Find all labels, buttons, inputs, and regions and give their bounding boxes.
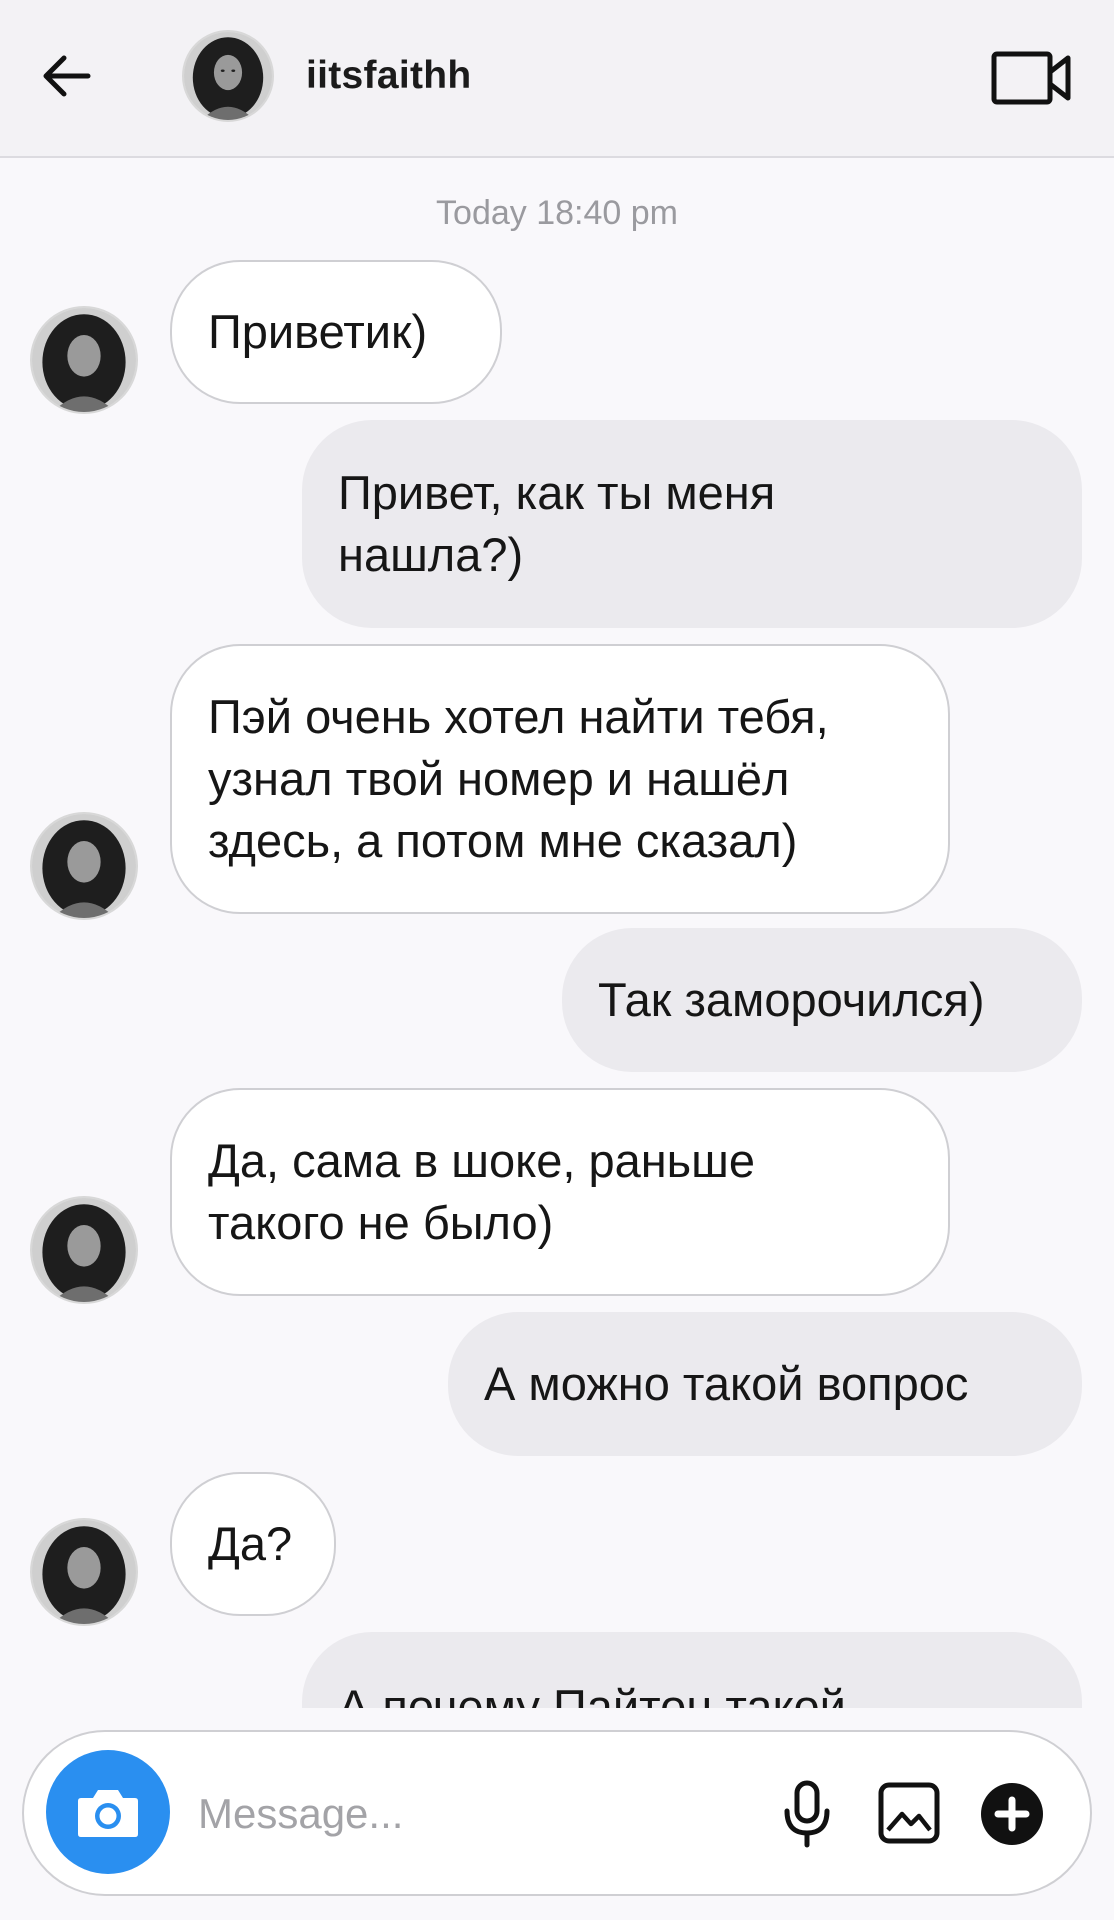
- outgoing-message[interactable]: А почему Пайтон такой: [302, 1632, 1082, 1708]
- sender-avatar[interactable]: [30, 1518, 138, 1626]
- chat-username[interactable]: iitsfaithh: [306, 54, 472, 98]
- arrow-left-icon: [43, 55, 91, 97]
- incoming-message[interactable]: Да, сама в шоке, раньше такого не было): [170, 1088, 950, 1296]
- incoming-message[interactable]: Приветик): [170, 260, 502, 404]
- camera-icon: [78, 1790, 138, 1837]
- more-options-button[interactable]: [974, 1776, 1050, 1852]
- chat-header: iitsfaithh: [0, 0, 1114, 158]
- gallery-button[interactable]: [872, 1776, 946, 1850]
- incoming-message[interactable]: Да?: [170, 1472, 336, 1616]
- profile-photo: [32, 1520, 136, 1624]
- incoming-message[interactable]: Пэй очень хотел найти тебя, узнал твой н…: [170, 644, 950, 914]
- video-call-button[interactable]: [990, 46, 1074, 110]
- video-camera-icon: [991, 51, 1071, 105]
- profile-photo: [32, 308, 136, 412]
- microphone-icon: [784, 1780, 830, 1848]
- sender-avatar[interactable]: [30, 812, 138, 920]
- outgoing-message[interactable]: Привет, как ты меня нашла?): [302, 420, 1082, 628]
- sender-avatar[interactable]: [30, 1196, 138, 1304]
- profile-photo: [184, 32, 272, 120]
- image-gallery-icon: [878, 1782, 940, 1844]
- back-button[interactable]: [34, 44, 98, 108]
- camera-button[interactable]: [46, 1750, 170, 1874]
- avatar[interactable]: [182, 30, 274, 122]
- message-timestamp: Today 18:40 pm: [436, 194, 678, 232]
- message-list[interactable]: Today 18:40 pm Приветик) Привет, как ты …: [0, 160, 1114, 1708]
- voice-message-button[interactable]: [772, 1772, 842, 1856]
- message-composer: [22, 1730, 1092, 1896]
- outgoing-message[interactable]: Так заморочился): [562, 928, 1082, 1072]
- sender-avatar[interactable]: [30, 306, 138, 414]
- outgoing-message[interactable]: А можно такой вопрос: [448, 1312, 1082, 1456]
- profile-photo: [32, 1198, 136, 1302]
- message-input[interactable]: [198, 1776, 758, 1852]
- profile-photo: [32, 814, 136, 918]
- chat-screen: iitsfaithh Today 18:40 pm Приветик) Прив…: [0, 0, 1114, 1920]
- plus-circle-icon: [981, 1783, 1043, 1845]
